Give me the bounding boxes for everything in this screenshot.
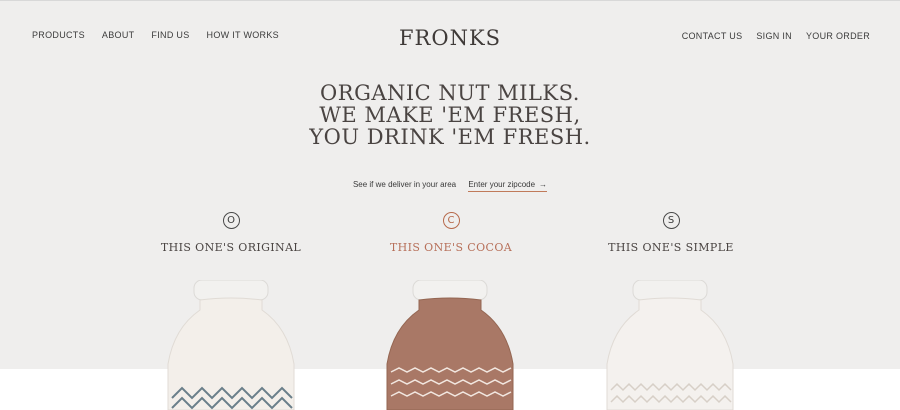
- hero-headline: ORGANIC NUT MILKS. WE MAKE 'EM FRESH, YO…: [0, 82, 900, 148]
- nav-contact-us[interactable]: CONTACT US: [682, 31, 743, 41]
- account-nav: CONTACT US SIGN IN YOUR ORDER: [682, 31, 870, 41]
- nav-sign-in[interactable]: SIGN IN: [756, 31, 792, 41]
- cocoa-bottle-image[interactable]: [383, 280, 517, 410]
- headline-line: WE MAKE 'EM FRESH,: [319, 103, 581, 127]
- delivery-prompt: See if we deliver in your area: [352, 180, 457, 189]
- product-simple[interactable]: S THIS ONE'S SIMPLE: [576, 212, 766, 254]
- simple-bottle-image[interactable]: [603, 280, 737, 410]
- original-bottle-image[interactable]: [164, 280, 298, 410]
- product-name: THIS ONE'S COCOA: [389, 241, 513, 254]
- arrow-right-icon: →: [539, 180, 548, 189]
- cocoa-badge-icon: C: [442, 212, 460, 229]
- zipcode-link-label: Enter your zipcode: [468, 180, 536, 189]
- original-badge-icon: O: [222, 212, 240, 229]
- headline-line: ORGANIC NUT MILKS.: [320, 81, 580, 105]
- delivery-check: See if we deliver in your area Enter you…: [0, 180, 900, 192]
- product-cocoa[interactable]: C THIS ONE'S COCOA: [356, 212, 546, 254]
- product-name: THIS ONE'S SIMPLE: [608, 241, 734, 254]
- product-name: THIS ONE'S ORIGINAL: [160, 241, 302, 254]
- nav-your-order[interactable]: YOUR ORDER: [806, 31, 870, 41]
- zipcode-link[interactable]: Enter your zipcode →: [468, 180, 548, 192]
- headline-line: YOU DRINK 'EM FRESH.: [309, 125, 591, 149]
- product-original[interactable]: O THIS ONE'S ORIGINAL: [136, 212, 326, 254]
- simple-badge-icon: S: [662, 212, 680, 229]
